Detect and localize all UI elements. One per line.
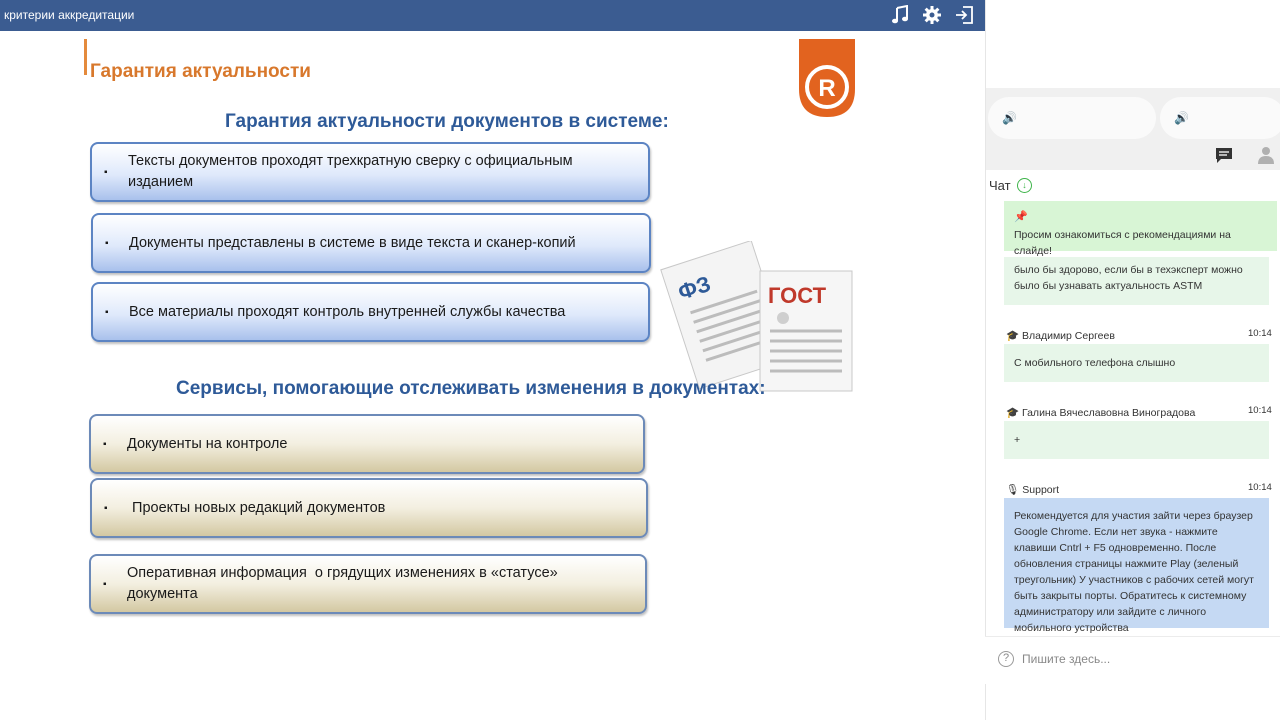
audio-player[interactable]: 🔊 bbox=[1160, 97, 1280, 139]
message-text: С мобильного телефона слышно bbox=[1014, 357, 1176, 369]
participants-tab-icon[interactable] bbox=[1257, 146, 1275, 164]
section2-heading: Сервисы, помогающие отслеживать изменени… bbox=[176, 378, 766, 399]
graduation-cap-icon: 🎓 bbox=[1006, 330, 1020, 342]
list-item: ▪ Документы на контроле bbox=[89, 414, 645, 474]
slide-title: Гарантия актуальности bbox=[90, 61, 311, 82]
message-time: 10:14 bbox=[1248, 482, 1272, 493]
chat-message: + bbox=[1004, 421, 1269, 459]
chat-label: Чат bbox=[989, 178, 1011, 193]
documents-illustration: ФЗ ГОСТ bbox=[660, 241, 853, 392]
music-icon[interactable] bbox=[890, 5, 910, 25]
chat-tab-icon[interactable] bbox=[1215, 146, 1233, 164]
audio-player[interactable]: 🔊 bbox=[988, 97, 1156, 139]
author-name: Галина Вячеславовна Виноградова bbox=[1022, 407, 1196, 419]
list-item-text: Документы на контроле bbox=[127, 435, 288, 452]
message-text: Рекомендуется для участия зайти через бр… bbox=[1014, 510, 1254, 634]
graduation-cap-icon: 🎓 bbox=[1006, 407, 1020, 419]
top-bar: критерии аккредитации bbox=[0, 0, 985, 31]
message-author: 🎓 Галина Вячеславовна Виноградова bbox=[1006, 406, 1195, 419]
list-item-text: Документы представлены в системе в виде … bbox=[129, 234, 576, 251]
pin-icon: 📌 bbox=[1014, 211, 1028, 223]
message-text: + bbox=[1014, 434, 1021, 446]
registered-logo-icon: R bbox=[799, 39, 855, 117]
bullet: ▪ bbox=[105, 306, 109, 318]
doc-label-gost: ГОСТ bbox=[768, 283, 827, 308]
list-item-text: Тексты документов проходят трехкратную с… bbox=[128, 153, 573, 190]
section1-heading: Гарантия актуальности документов в систе… bbox=[225, 111, 669, 132]
help-icon[interactable]: ? bbox=[998, 651, 1014, 667]
chat-input[interactable]: Пишите здесь... bbox=[1022, 652, 1110, 666]
author-name: Support bbox=[1022, 484, 1060, 496]
gear-icon[interactable] bbox=[922, 5, 942, 25]
bullet: ▪ bbox=[104, 502, 108, 514]
list-item: ▪ Все материалы проходят контроль внутре… bbox=[91, 282, 650, 342]
message-time: 10:14 bbox=[1248, 405, 1272, 416]
list-item: ▪ Документы представлены в системе в вид… bbox=[91, 213, 651, 273]
window-title: критерии аккредитации bbox=[4, 8, 135, 22]
chat-message: было бы здорово, если бы в техэксперт мо… bbox=[1004, 257, 1269, 305]
title-accent-bar bbox=[84, 39, 87, 75]
svg-text:R: R bbox=[818, 75, 835, 102]
list-item: ▪ Оперативная информация о грядущих изме… bbox=[89, 554, 647, 614]
support-message: Рекомендуется для участия зайти через бр… bbox=[1004, 498, 1269, 634]
exit-icon[interactable] bbox=[954, 5, 974, 25]
download-icon[interactable]: ↓ bbox=[1017, 178, 1032, 193]
bullet: ▪ bbox=[104, 166, 108, 178]
speaker-icon[interactable]: 🔊 bbox=[1174, 111, 1189, 125]
list-item-text: Проекты новых редакций документов bbox=[128, 499, 386, 516]
list-item: ▪ Тексты документов проходят трехкратную… bbox=[90, 142, 650, 202]
presentation-slide: Гарантия актуальности R Гарантия актуаль… bbox=[0, 31, 985, 720]
list-item-text: Все материалы проходят контроль внутренн… bbox=[129, 303, 566, 320]
message-text: Просим ознакомиться с рекомендациями на … bbox=[1014, 229, 1231, 257]
chat-message: С мобильного телефона слышно bbox=[1004, 344, 1269, 382]
message-text: было бы здорово, если бы в техэксперт мо… bbox=[1014, 264, 1243, 292]
message-author: 🎙 Support bbox=[1006, 483, 1059, 496]
speaker-icon[interactable]: 🔊 bbox=[1002, 111, 1017, 125]
bullet: ▪ bbox=[103, 438, 107, 450]
list-item-text: Оперативная информация о грядущих измене… bbox=[127, 565, 562, 602]
bullet: ▪ bbox=[103, 578, 107, 590]
message-time: 10:14 bbox=[1248, 328, 1272, 339]
bullet: ▪ bbox=[105, 237, 109, 249]
pinned-message: 📌 Просим ознакомиться с рекомендациями н… bbox=[1004, 201, 1277, 257]
author-name: Владимир Сергеев bbox=[1022, 330, 1115, 342]
list-item: ▪ Проекты новых редакций документов bbox=[90, 478, 648, 538]
message-author: 🎓 Владимир Сергеев bbox=[1006, 329, 1115, 342]
microphone-icon: 🎙 bbox=[1006, 484, 1020, 496]
